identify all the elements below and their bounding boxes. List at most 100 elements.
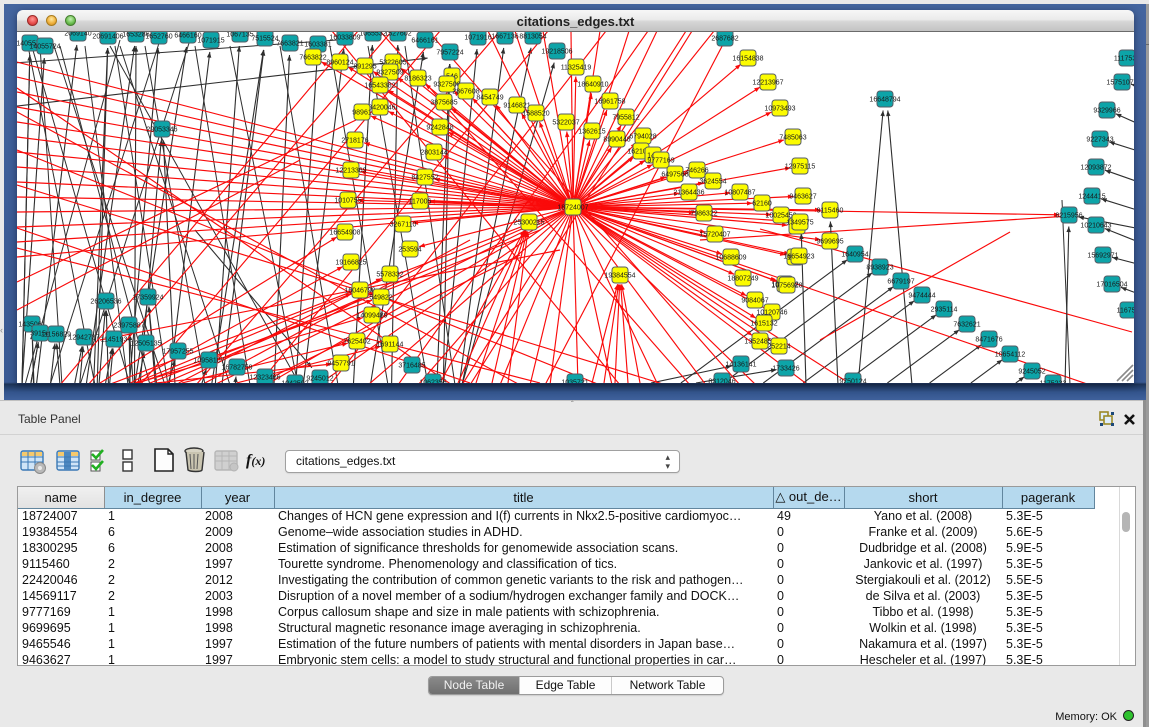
- svg-text:7663821: 7663821: [276, 41, 303, 48]
- svg-text:9227343: 9227343: [1086, 137, 1113, 144]
- svg-text:18640910: 18640910: [577, 82, 608, 89]
- svg-text:16654923: 16654923: [783, 254, 814, 261]
- svg-text:15751074: 15751074: [1106, 80, 1134, 87]
- svg-text:10654112: 10654112: [995, 352, 1026, 359]
- svg-text:7957224: 7957224: [436, 50, 463, 57]
- svg-text:116753: 116753: [1117, 308, 1134, 315]
- svg-text:9329966: 9329966: [1093, 108, 1120, 115]
- svg-text:1117534: 1117534: [1114, 56, 1134, 63]
- svg-text:1067135: 1067135: [226, 32, 253, 39]
- svg-text:21364436: 21364436: [673, 190, 704, 197]
- svg-text:14136141: 14136141: [725, 362, 756, 369]
- svg-text:8960124: 8960124: [326, 60, 353, 67]
- svg-text:9463627: 9463627: [789, 194, 816, 201]
- svg-text:1615132: 1615132: [750, 321, 777, 328]
- svg-text:6794028: 6794028: [629, 134, 656, 141]
- svg-text:16961758: 16961758: [594, 99, 625, 106]
- svg-text:1652760: 1652760: [145, 34, 172, 41]
- svg-text:252214: 252214: [767, 344, 790, 351]
- svg-text:12323466: 12323466: [249, 375, 280, 382]
- svg-text:98961: 98961: [352, 110, 372, 117]
- svg-text:9327508: 9327508: [433, 82, 460, 89]
- svg-text:1667136: 1667136: [491, 34, 518, 41]
- svg-text:1010755: 1010755: [334, 198, 361, 205]
- svg-text:2687682: 2687682: [711, 36, 738, 43]
- svg-text:10688609: 10688609: [715, 255, 746, 262]
- svg-text:10756928: 10756928: [771, 283, 802, 290]
- svg-text:18724007: 18724007: [557, 205, 588, 212]
- svg-text:746266: 746266: [685, 168, 708, 175]
- svg-text:20691406: 20691406: [92, 34, 123, 41]
- svg-text:7986322: 7986322: [690, 211, 717, 218]
- svg-text:3875685: 3875685: [430, 100, 457, 107]
- svg-text:5578332: 5578332: [376, 272, 403, 279]
- svg-text:10210643: 10210643: [1080, 223, 1111, 230]
- svg-text:16654908: 16654908: [329, 230, 360, 237]
- svg-text:15692971: 15692971: [1087, 253, 1118, 260]
- svg-text:16046798: 16046798: [344, 288, 375, 295]
- svg-text:11325419: 11325419: [561, 65, 592, 72]
- svg-text:3716485: 3716485: [398, 363, 425, 370]
- svg-text:8427552: 8427552: [411, 175, 438, 182]
- svg-text:23975887: 23975887: [113, 323, 144, 330]
- svg-text:7663822: 7663822: [299, 55, 326, 62]
- svg-text:7515524: 7515524: [251, 36, 278, 43]
- svg-text:2718176: 2718176: [341, 138, 368, 145]
- svg-text:1065532: 1065532: [359, 32, 386, 38]
- svg-text:1071916: 1071916: [464, 35, 491, 42]
- svg-text:9115460: 9115460: [817, 208, 844, 215]
- svg-text:19166825: 19166825: [335, 260, 366, 267]
- svg-text:5322037: 5322037: [552, 120, 579, 127]
- svg-text:16648794: 16648794: [869, 97, 900, 104]
- svg-text:9245052: 9245052: [1018, 369, 1045, 376]
- svg-text:12213967: 12213967: [752, 80, 783, 87]
- svg-text:9457791: 9457791: [327, 361, 354, 368]
- svg-text:1527602: 1527602: [384, 32, 411, 38]
- svg-text:2069140: 2069140: [64, 32, 91, 38]
- svg-text:17359924: 17359924: [132, 295, 163, 302]
- svg-text:6679197: 6679197: [887, 279, 914, 286]
- svg-text:8312046: 8312046: [708, 379, 735, 384]
- svg-text:549822: 549822: [369, 295, 392, 302]
- svg-text:9245012: 9245012: [306, 376, 333, 383]
- svg-text:8454749: 8454749: [476, 95, 503, 102]
- svg-text:8215956: 8215956: [1055, 213, 1082, 220]
- svg-text:11156829: 11156829: [41, 332, 71, 339]
- svg-text:9084067: 9084067: [741, 298, 768, 305]
- svg-text:14099489: 14099489: [356, 313, 387, 320]
- svg-text:1733426: 1733426: [772, 366, 799, 373]
- svg-text:10958107: 10958107: [193, 358, 224, 365]
- svg-text:9327509: 9327509: [376, 70, 403, 77]
- svg-text:7955812: 7955812: [612, 115, 639, 122]
- svg-text:1691144: 1691144: [377, 342, 404, 349]
- svg-text:10807487: 10807487: [724, 190, 755, 197]
- svg-text:1244415: 1244415: [1078, 194, 1105, 201]
- svg-text:1349575: 1349575: [786, 220, 813, 227]
- svg-text:1062355: 1062355: [419, 380, 446, 384]
- svg-text:9242848: 9242848: [426, 125, 453, 132]
- svg-text:9699695: 9699695: [816, 239, 843, 246]
- svg-text:1175233: 1175233: [1040, 381, 1067, 384]
- svg-text:253594: 253594: [398, 247, 421, 254]
- svg-text:12975115: 12975115: [785, 164, 816, 171]
- svg-text:18807249: 18807249: [727, 276, 758, 283]
- svg-text:9146821: 9146821: [503, 103, 530, 110]
- svg-text:62160: 62160: [752, 201, 772, 208]
- svg-text:16543382: 16543382: [364, 83, 395, 90]
- svg-text:12213369: 12213369: [335, 168, 366, 175]
- svg-text:2935114: 2935114: [931, 307, 958, 314]
- svg-text:891295: 891295: [353, 64, 376, 71]
- svg-text:2803144: 2803144: [420, 150, 447, 157]
- svg-text:16782759: 16782759: [221, 365, 252, 372]
- svg-text:15720407: 15720407: [699, 232, 730, 239]
- svg-text:1071915: 1071915: [197, 38, 224, 45]
- svg-text:19384554: 19384554: [604, 273, 635, 280]
- svg-text:1603381: 1603381: [304, 42, 331, 49]
- svg-text:3267110: 3267110: [390, 222, 417, 229]
- svg-text:17957255: 17957255: [162, 349, 193, 356]
- svg-text:8186323: 8186323: [404, 76, 431, 83]
- svg-text:3624554: 3624554: [699, 179, 726, 186]
- svg-text:7625402: 7625402: [343, 339, 370, 346]
- svg-text:12505135: 12505135: [130, 341, 161, 348]
- svg-text:8990448: 8990448: [603, 137, 630, 144]
